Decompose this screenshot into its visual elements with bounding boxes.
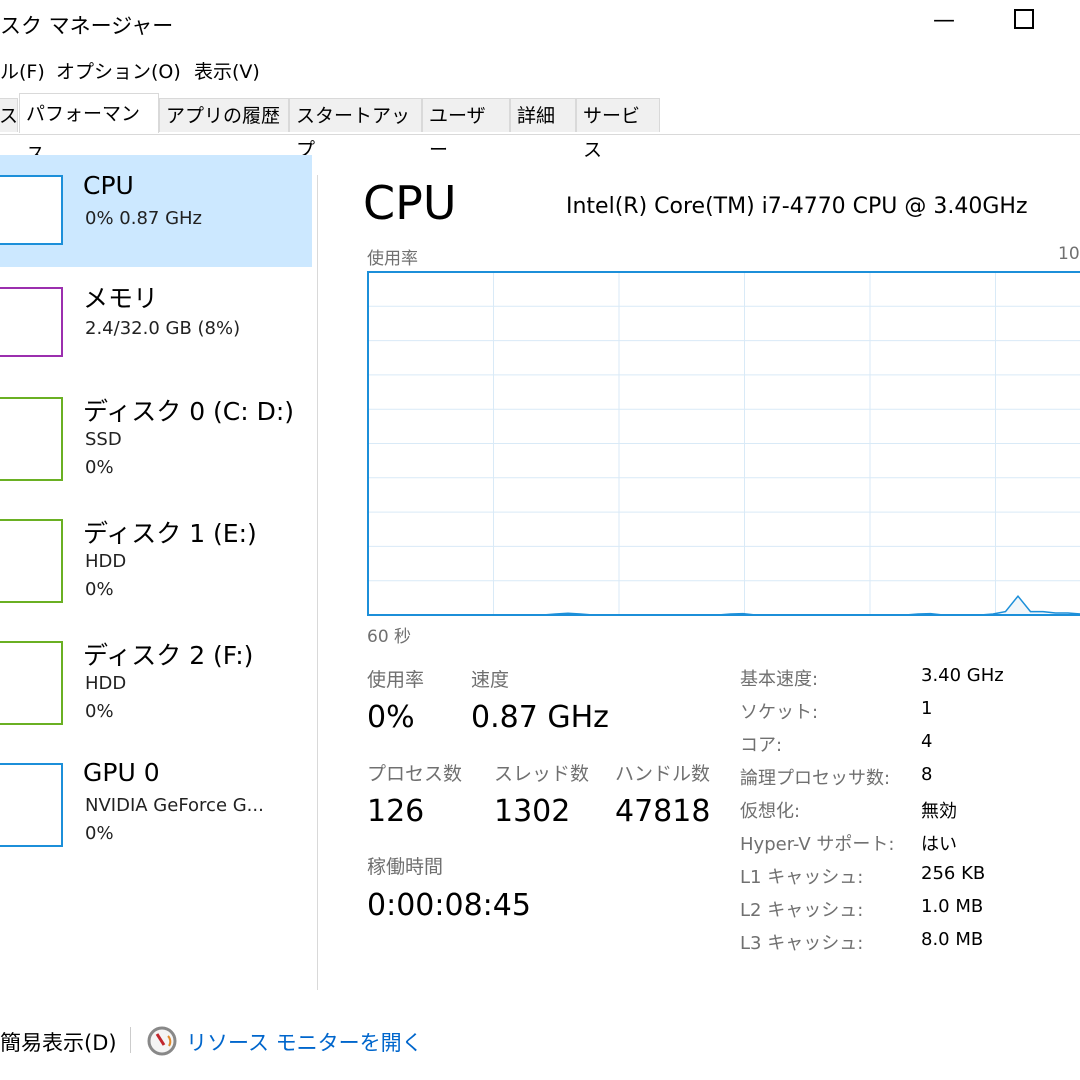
sidebar-item-type: NVIDIA GeForce G... bbox=[85, 795, 264, 816]
processes-label: プロセス数 bbox=[367, 763, 463, 785]
graph-label: 使用率 bbox=[367, 249, 418, 269]
sidebar-item-detail: 0% bbox=[85, 457, 114, 478]
tab-app-history[interactable]: アプリの履歴 bbox=[159, 98, 289, 132]
spec-label: 基本速度: bbox=[740, 669, 819, 690]
spec-value: 256 KB bbox=[921, 863, 986, 884]
spec-label: 論理プロセッサ数: bbox=[740, 768, 891, 789]
speed-value: 0.87 GHz bbox=[471, 700, 609, 735]
maximize-icon[interactable] bbox=[1014, 9, 1034, 29]
sidebar-item-detail: 0% bbox=[85, 579, 114, 600]
spec-label: ソケット: bbox=[740, 702, 819, 723]
tab-startup[interactable]: スタートアップ bbox=[289, 98, 422, 161]
footer-divider bbox=[130, 1027, 131, 1053]
sidebar-item-type: SSD bbox=[85, 429, 122, 450]
speed-label: 速度 bbox=[471, 669, 510, 691]
spec-label: コア: bbox=[740, 735, 783, 756]
sidebar-item-memory[interactable]: メモリ 2.4/32.0 GB (8%) bbox=[0, 277, 312, 389]
tab-services[interactable]: サービス bbox=[576, 98, 660, 161]
handles-value: 47818 bbox=[615, 794, 711, 829]
spec-value: 1 bbox=[921, 698, 933, 719]
window-title: スク マネージャー bbox=[0, 14, 174, 38]
open-resource-monitor-link[interactable]: リソース モニターを開く bbox=[186, 1027, 423, 1057]
menu-file[interactable]: ル(F) bbox=[0, 57, 45, 84]
usage-area bbox=[368, 596, 1080, 615]
sidebar-item-disk2[interactable]: ディスク 2 (F:) HDD 0% bbox=[0, 631, 312, 743]
threads-value: 1302 bbox=[494, 794, 571, 829]
tab-bar: ス パフォーマンス アプリの履歴 スタートアップ ユーザー 詳細 サービス bbox=[0, 93, 1080, 165]
usage-value: 0% bbox=[367, 700, 415, 735]
menu-view[interactable]: 表示(V) bbox=[194, 57, 260, 84]
handles-label: ハンドル数 bbox=[615, 763, 711, 785]
resource-monitor-icon[interactable] bbox=[147, 1026, 177, 1056]
disk1-thumbnail-graph bbox=[0, 519, 63, 603]
spec-label: L1 キャッシュ: bbox=[740, 867, 864, 888]
processes-value: 126 bbox=[367, 794, 425, 829]
page-title: CPU bbox=[363, 176, 457, 230]
sidebar-item-detail: 0% bbox=[85, 701, 114, 722]
sidebar-item-disk1[interactable]: ディスク 1 (E:) HDD 0% bbox=[0, 509, 312, 621]
spec-value: 1.0 MB bbox=[921, 896, 984, 917]
usage-line bbox=[368, 594, 1080, 616]
minimize-icon[interactable]: — bbox=[933, 8, 955, 33]
usage-label: 使用率 bbox=[367, 669, 425, 691]
spec-label: L3 キャッシュ: bbox=[740, 933, 864, 954]
sidebar-item-gpu0[interactable]: GPU 0 NVIDIA GeForce G... 0% bbox=[0, 753, 312, 865]
uptime-label: 稼働時間 bbox=[367, 856, 444, 878]
sidebar-item-disk0[interactable]: ディスク 0 (C: D:) SSD 0% bbox=[0, 387, 312, 499]
tab-users[interactable]: ユーザー bbox=[422, 98, 510, 161]
spec-value: 8 bbox=[921, 764, 933, 785]
tab-performance[interactable]: パフォーマンス bbox=[19, 93, 159, 165]
spec-value: 8.0 MB bbox=[921, 929, 984, 950]
cpu-thumbnail-graph bbox=[0, 175, 63, 245]
cpu-usage-graph bbox=[367, 271, 1080, 616]
sidebar-item-label: メモリ bbox=[83, 284, 159, 313]
sidebar-item-detail: 0% bbox=[85, 823, 114, 844]
pane-divider[interactable] bbox=[317, 175, 318, 990]
threads-label: スレッド数 bbox=[494, 763, 590, 785]
spec-value: 4 bbox=[921, 731, 933, 752]
gpu0-thumbnail-graph bbox=[0, 763, 63, 847]
spec-label: 仮想化: bbox=[740, 801, 801, 822]
sidebar-item-detail: 2.4/32.0 GB (8%) bbox=[85, 318, 241, 339]
sidebar-item-label: ディスク 2 (F:) bbox=[83, 641, 254, 670]
menu-options[interactable]: オプション(O) bbox=[56, 57, 181, 84]
sidebar-item-label: ディスク 0 (C: D:) bbox=[83, 397, 295, 426]
sidebar-item-type: HDD bbox=[85, 551, 127, 572]
spec-value: 無効 bbox=[921, 801, 957, 822]
memory-thumbnail-graph bbox=[0, 287, 63, 357]
disk2-thumbnail-graph bbox=[0, 641, 63, 725]
spec-label: L2 キャッシュ: bbox=[740, 900, 864, 921]
sidebar-item-type: HDD bbox=[85, 673, 127, 694]
sidebar-item-label: GPU 0 bbox=[83, 758, 160, 787]
cpu-model: Intel(R) Core(TM) i7-4770 CPU @ 3.40GHz bbox=[566, 194, 1028, 219]
sidebar-item-cpu[interactable]: CPU 0% 0.87 GHz bbox=[0, 155, 312, 267]
sidebar-item-detail: 0% 0.87 GHz bbox=[85, 208, 203, 229]
spec-value: 3.40 GHz bbox=[921, 665, 1004, 686]
graph-time-label: 60 秒 bbox=[367, 627, 412, 647]
simple-view-link[interactable]: 簡易表示(D) bbox=[0, 1027, 117, 1057]
spec-label: Hyper-V サポート: bbox=[740, 834, 895, 855]
graph-max-label: 100% bbox=[1058, 244, 1080, 264]
sidebar-item-label: CPU bbox=[83, 171, 134, 200]
tab-processes[interactable]: ス bbox=[0, 98, 18, 132]
spec-value: はい bbox=[921, 834, 957, 855]
disk0-thumbnail-graph bbox=[0, 397, 63, 481]
sidebar-item-label: ディスク 1 (E:) bbox=[83, 519, 257, 548]
tab-details[interactable]: 詳細 bbox=[510, 98, 576, 132]
uptime-value: 0:00:08:45 bbox=[367, 888, 531, 923]
